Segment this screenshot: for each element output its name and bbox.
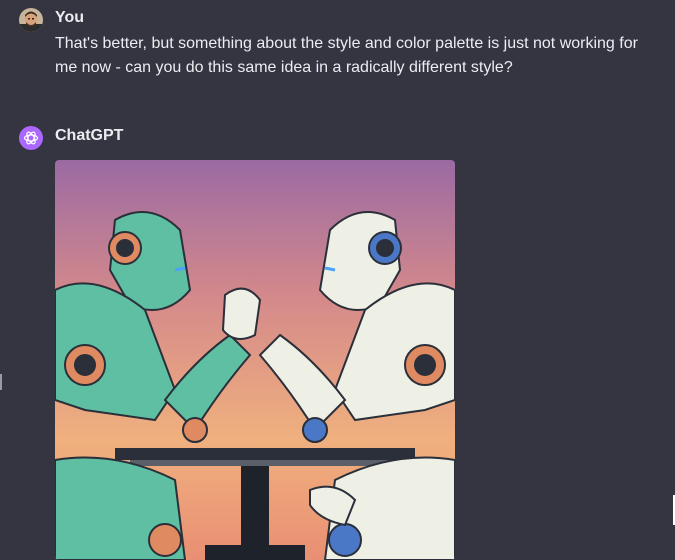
robots-arm-wrestling-illustration (55, 160, 455, 560)
chatgpt-avatar (19, 126, 43, 150)
user-author-name: You (55, 9, 85, 26)
generated-image[interactable] (55, 160, 455, 560)
left-edge-marker (0, 374, 2, 390)
user-message-text: That's better, but something about the s… (55, 35, 638, 76)
openai-logo-icon (23, 131, 39, 145)
assistant-author-name: ChatGPT (55, 127, 124, 144)
user-avatar[interactable] (19, 8, 43, 32)
user-avatar-image (19, 8, 43, 32)
